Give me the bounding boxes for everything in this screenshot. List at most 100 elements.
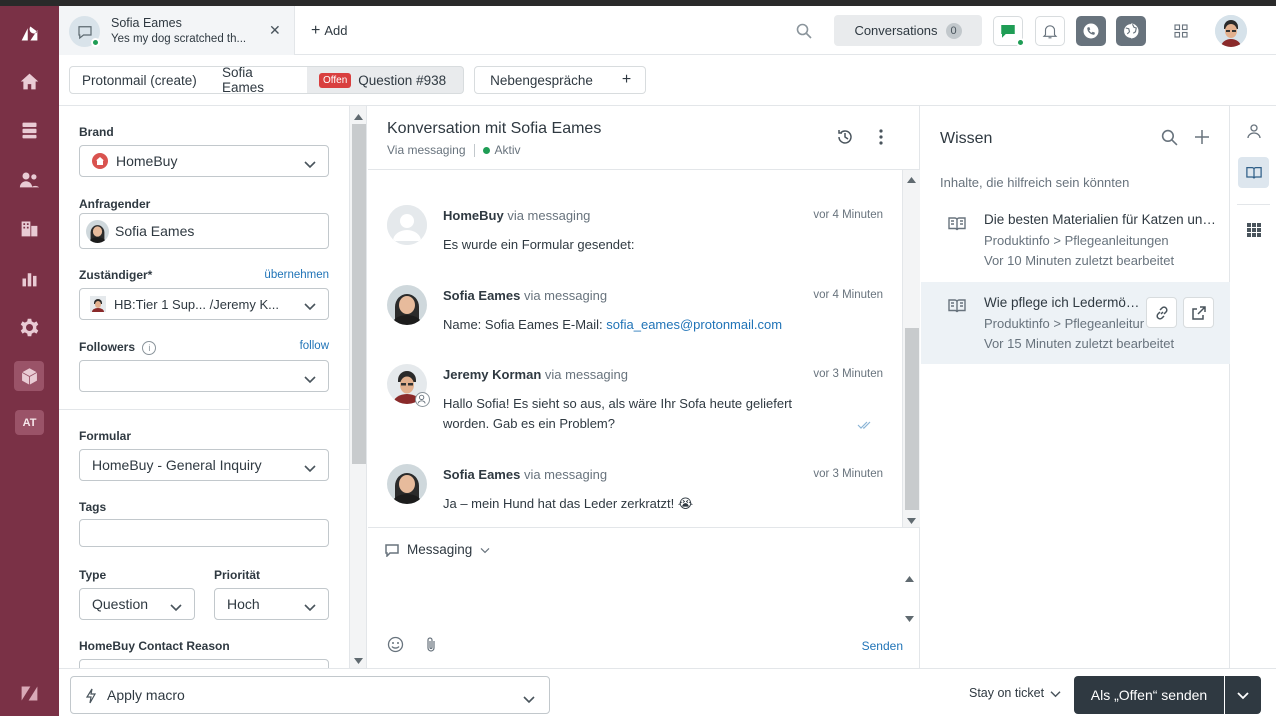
apps-grid-icon[interactable] [1238,214,1269,245]
tab-side-conversations-label: Nebengespräche [490,72,593,88]
history-icon[interactable] [836,128,854,146]
book-icon [948,216,966,232]
follow-link[interactable]: follow [300,340,329,352]
submit-button[interactable]: Als „Offen“ senden [1074,676,1224,714]
emoji-icon[interactable] [387,636,404,653]
scroll-up-icon[interactable] [353,110,364,120]
tab-side-conversations[interactable]: Nebengespräche [474,66,609,94]
conversation-tab[interactable]: Sofia Eames Yes my dog scratched th... ✕ [59,6,295,55]
conversation-scroll-thumb[interactable] [905,328,919,510]
conversation-status: Aktiv [494,143,521,157]
stay-on-ticket-select[interactable]: Stay on ticket [969,686,1061,700]
chevron-down-icon [170,599,182,612]
conversation-meta: Via messaging Aktiv [387,143,521,157]
priority-select[interactable]: Hoch [214,588,329,620]
add-tab-button[interactable]: + Add [311,22,347,40]
home-icon[interactable] [14,66,44,96]
contact-reason-select[interactable] [79,659,329,668]
organizations-icon[interactable] [14,213,44,243]
channel-selector[interactable]: Messaging [385,542,490,557]
article-title[interactable]: Wie pflege ich Ledermöbel? [984,295,1146,310]
email-link[interactable]: sofia_eames@protonmail.com [606,317,782,332]
sender-name: Jeremy Korman [443,367,542,382]
globe-icon[interactable] [1116,16,1146,46]
read-receipt-icon [857,418,873,429]
zendesk-product-icon[interactable] [14,678,44,708]
followers-label-text: Followers [79,340,136,354]
at-app-badge[interactable]: AT [15,410,44,435]
type-label: Type [79,568,107,582]
form-scroll-thumb[interactable] [352,124,366,464]
conversation-channel: Via messaging [387,143,466,157]
apply-macro-select[interactable]: Apply macro [70,676,550,714]
tab-requester[interactable]: Sofia Eames [210,65,308,95]
open-article-button[interactable] [1183,297,1214,328]
info-icon[interactable]: i [142,341,157,355]
tab-protonmail[interactable]: Protonmail (create) [69,66,211,94]
scroll-up-icon[interactable] [904,572,915,582]
type-select[interactable]: Question [79,588,195,620]
brand-select[interactable]: HomeBuy [79,145,329,177]
form-scrollbar[interactable] [349,106,367,668]
brand-home-icon [92,153,108,169]
scroll-down-icon[interactable] [906,514,917,524]
copy-link-button[interactable] [1146,297,1177,328]
reporting-icon[interactable] [14,263,44,293]
followers-select[interactable] [79,360,329,392]
knowledge-search-icon[interactable] [1161,129,1178,146]
tab-ticket-label: Question #938 [358,72,447,88]
customer-context-icon[interactable] [1238,115,1269,146]
take-it-link[interactable]: übernehmen [264,269,329,281]
tab-ticket[interactable]: Offen Question #938 [307,66,464,94]
conversation-scrollbar[interactable] [902,170,920,527]
notifications-bell-icon[interactable] [1035,16,1065,46]
user-avatar[interactable] [1215,15,1247,47]
close-tab-icon[interactable]: ✕ [269,22,281,39]
assignee-select[interactable]: HB:Tier 1 Sup... /Jeremy K... [79,288,329,320]
search-icon[interactable] [796,23,812,39]
status-badge: Offen [319,72,352,88]
scroll-down-icon[interactable] [904,612,915,622]
talk-phone-icon[interactable] [1076,16,1106,46]
knowledge-article[interactable]: Die besten Materialien für Katzen und Hu… [921,204,1230,286]
composer-scrollbar[interactable] [902,570,916,626]
sender-name: Sofia Eames [443,467,521,482]
add-side-conversation-label: + [621,71,632,88]
requester-field[interactable]: Sofia Eames [79,213,329,249]
product-tray-grid-icon[interactable] [1166,16,1196,46]
composer-textarea[interactable] [382,568,898,626]
knowledge-book-icon[interactable] [1238,157,1269,188]
conversations-button[interactable]: Conversations 0 [834,15,982,46]
brand-value: HomeBuy [116,153,178,169]
zendesk-logo-icon[interactable] [14,18,44,48]
context-panel-rail [1231,106,1276,668]
knowledge-article[interactable]: Wie pflege ich Ledermöbel? Produktinfo >… [921,282,1230,364]
apps-box-icon[interactable] [14,361,44,391]
message-time: vor 4 Minuten [813,209,883,221]
article-path: Produktinfo > Pflegeanleitungen [984,316,1144,331]
views-icon[interactable] [14,115,44,145]
send-button[interactable]: Senden [862,639,903,653]
ticket-form-select[interactable]: HomeBuy - General Inquiry [79,449,329,481]
contact-reason-label: HomeBuy Contact Reason [79,639,230,653]
submit-options-button[interactable] [1225,676,1261,714]
customers-icon[interactable] [14,164,44,194]
scroll-up-icon[interactable] [906,173,917,183]
form-label: Formular [79,429,132,443]
article-title[interactable]: Die besten Materialien für Katzen und Hu… [984,212,1220,227]
assignee-value: HB:Tier 1 Sup... /Jeremy K... [114,296,279,312]
attachment-icon[interactable] [425,636,437,653]
requester-value: Sofia Eames [115,223,195,239]
knowledge-subtitle: Inhalte, die hilfreich sein könnten [940,175,1130,190]
message-text-prefix: Name: Sofia Eames E-Mail: [443,317,607,332]
scroll-down-icon[interactable] [353,654,364,664]
add-side-conversation-button[interactable]: + [608,66,646,94]
apply-macro-label: Apply macro [107,687,185,703]
more-options-icon[interactable] [878,128,884,146]
tags-input[interactable] [79,519,329,547]
message-time: vor 3 Minuten [813,468,883,480]
ticket-subtabs: Protonmail (create) Sofia Eames Offen Qu… [59,55,1276,106]
main-nav-rail: AT [0,6,59,716]
knowledge-add-icon[interactable] [1194,129,1210,145]
admin-gear-icon[interactable] [14,312,44,342]
